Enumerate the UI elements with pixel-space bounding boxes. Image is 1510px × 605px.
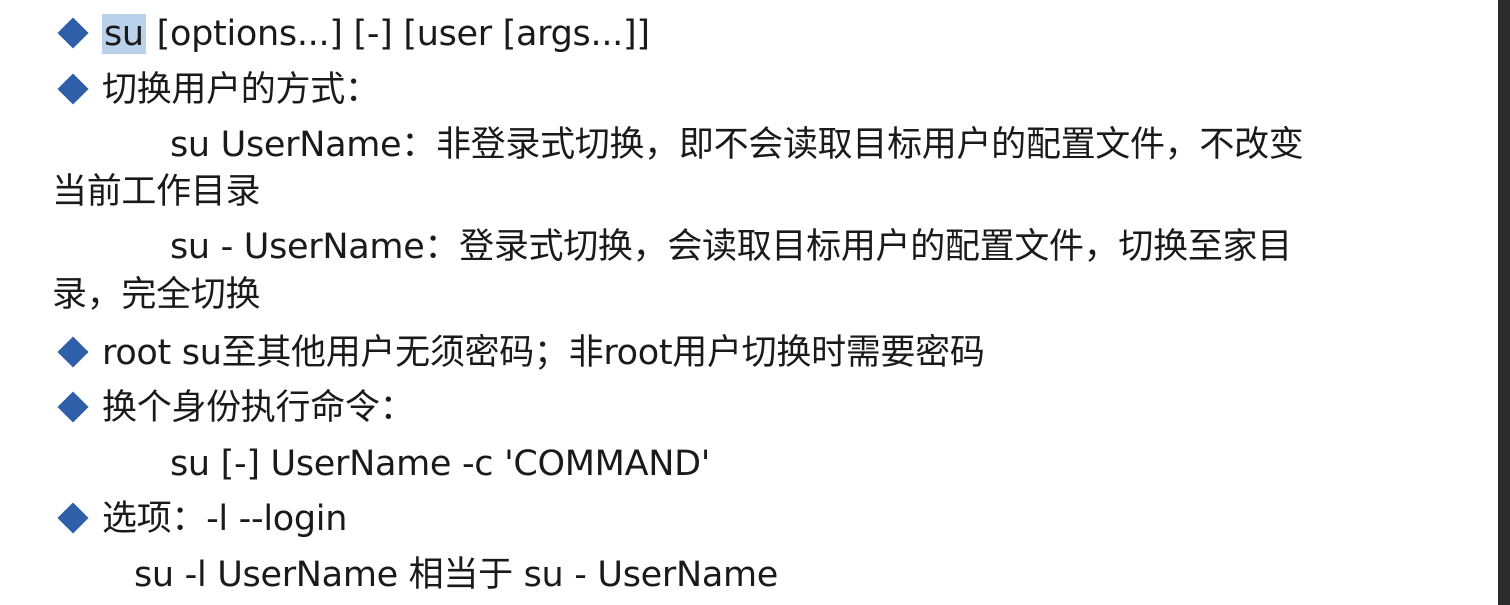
switch-ways-line: 切换用户的方式： xyxy=(54,68,380,112)
su-login-line-2: 录，完全切换 xyxy=(52,275,261,315)
options-title: 选项：-l --login xyxy=(102,499,348,539)
diamond-bullet-icon xyxy=(57,73,89,105)
options-example: su -l UserName 相当于 su - UserName xyxy=(134,555,779,595)
root-note-line: root su至其他用户无须密码；非root用户切换时需要密码 xyxy=(54,331,985,375)
switch-ways-title: 切换用户的方式： xyxy=(102,70,380,110)
run-as-line: 换个身份执行命令： xyxy=(54,386,415,430)
run-as-cmd: su [-] UserName -c 'COMMAND' xyxy=(170,444,711,484)
diamond-bullet-icon xyxy=(57,17,89,49)
options-line: 选项：-l --login xyxy=(54,497,347,541)
root-note: root su至其他用户无须密码；非root用户切换时需要密码 xyxy=(102,333,985,373)
su-login-line-1: su - UserName：登录式切换，会读取目标用户的配置文件，切换至家目 xyxy=(170,227,1292,267)
selected-text-su[interactable]: su xyxy=(102,14,146,54)
syntax-rest: [options...] [-] [user [args...]] xyxy=(145,14,650,54)
diamond-bullet-icon xyxy=(57,502,89,534)
su-nonlogin-line-1: su UserName：非登录式切换，即不会读取目标用户的配置文件，不改变 xyxy=(170,125,1304,165)
diamond-bullet-icon xyxy=(57,391,89,423)
window-edge xyxy=(1498,0,1510,605)
diamond-bullet-icon xyxy=(57,336,89,368)
su-nonlogin-line-2: 当前工作目录 xyxy=(52,172,261,212)
slide: su [options...] [-] [user [args...]] 切换用… xyxy=(0,0,1510,605)
syntax-line: su [options...] [-] [user [args...]] xyxy=(54,12,650,56)
run-as-title: 换个身份执行命令： xyxy=(102,388,415,428)
